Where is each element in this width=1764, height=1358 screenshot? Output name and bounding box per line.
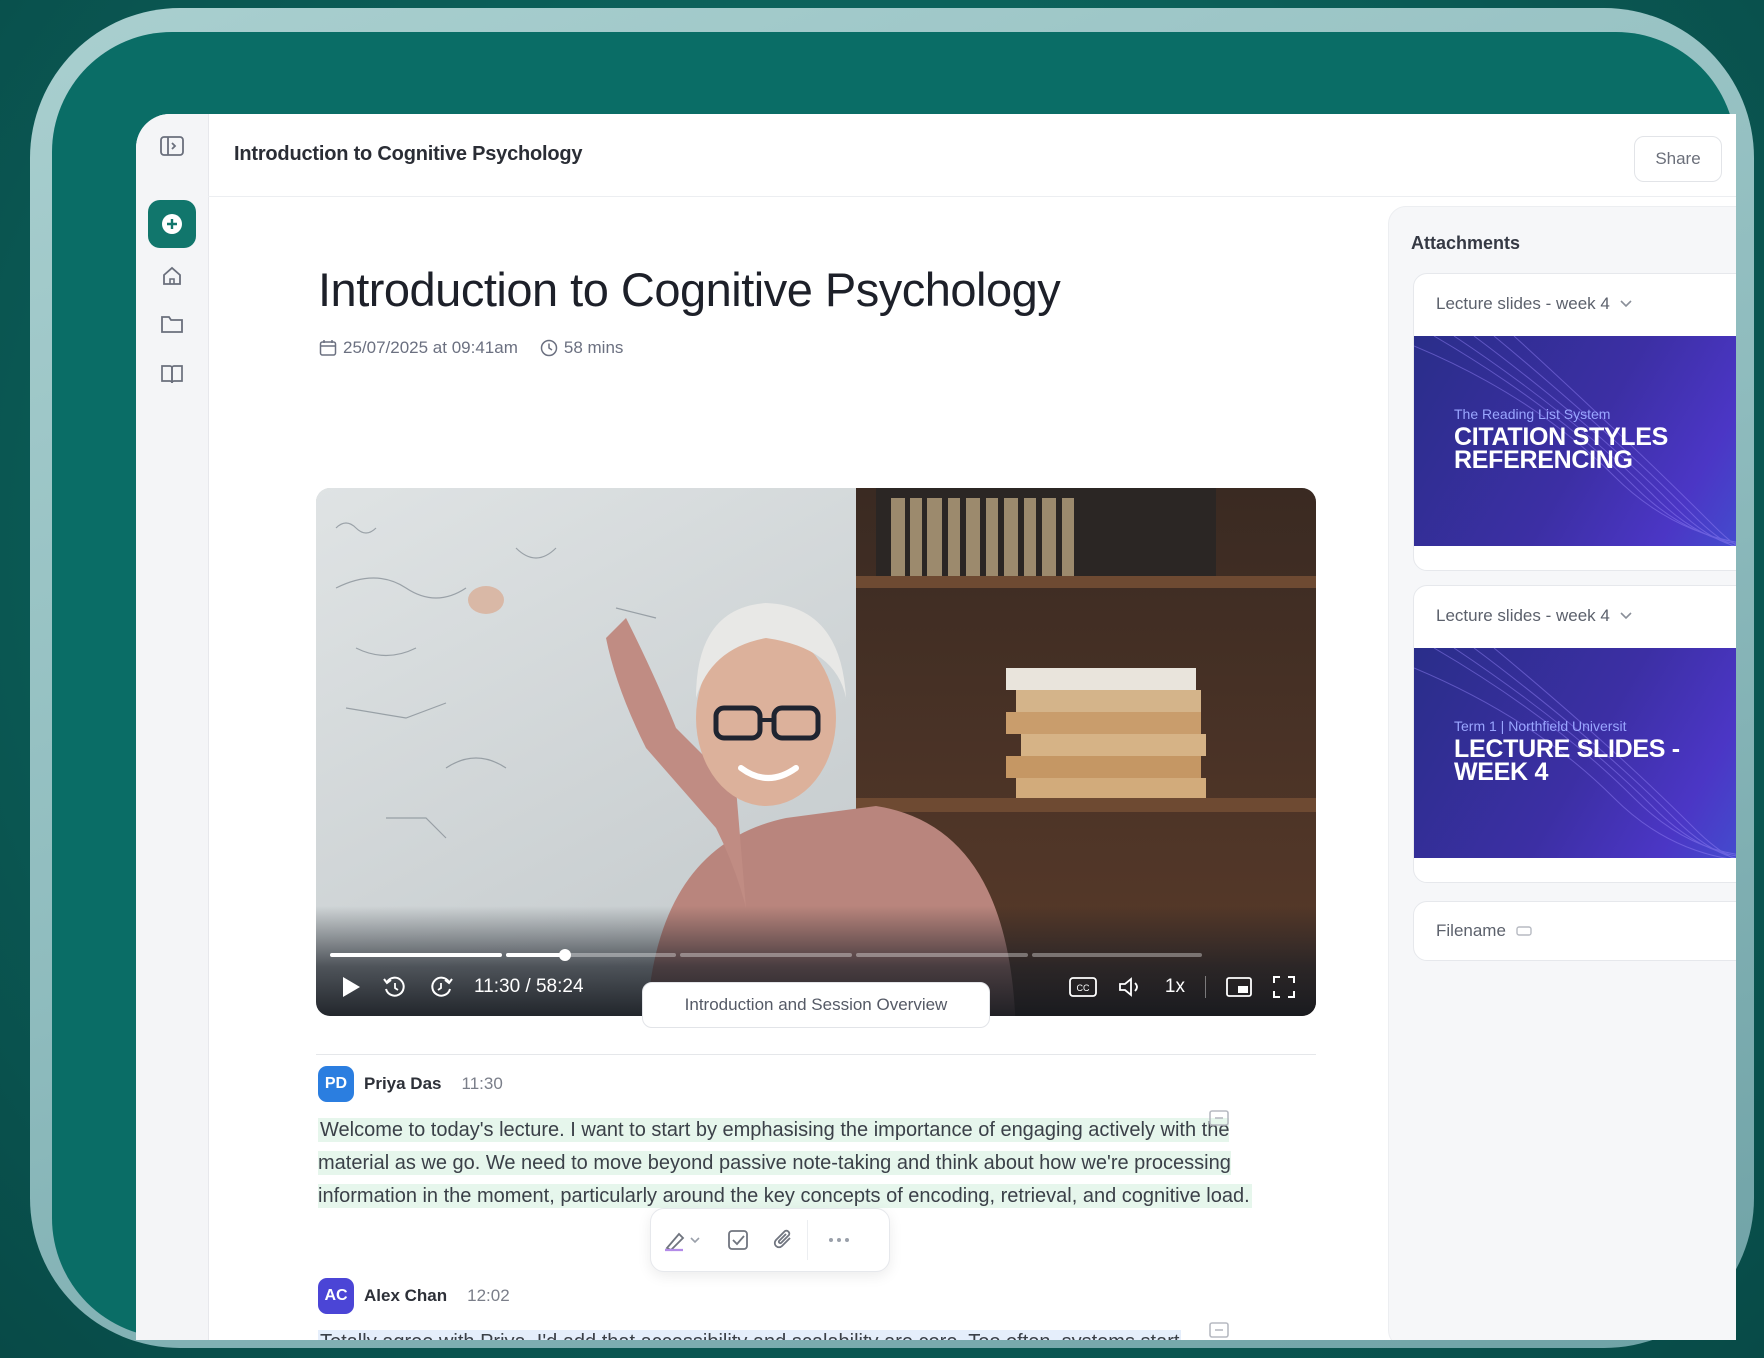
checkbox-icon — [728, 1230, 748, 1250]
calendar-icon — [319, 340, 337, 356]
chapter-segment[interactable] — [330, 953, 502, 957]
book-icon[interactable] — [158, 360, 186, 388]
progress-fill — [506, 953, 565, 957]
timestamp[interactable]: 12:02 — [467, 1286, 510, 1306]
highlighter-tool[interactable] — [651, 1217, 715, 1263]
chapter-segment[interactable] — [680, 953, 852, 957]
video-progress-bar[interactable] — [330, 949, 1308, 961]
comment-icon[interactable] — [1208, 1108, 1230, 1130]
lecture-meta: 25/07/2025 at 09:41am 58 mins — [319, 338, 623, 358]
sidebar-toggle-icon[interactable] — [158, 132, 186, 160]
captions-icon[interactable]: CC — [1069, 976, 1097, 998]
task-tool[interactable] — [715, 1217, 761, 1263]
transcript-text[interactable]: Welcome to today's lecture. I want to st… — [318, 1114, 1298, 1213]
thumbnail-title-line: WEEK 4 — [1454, 758, 1549, 786]
app-window: Introduction to Cognitive Psychology Sha… — [136, 114, 1736, 1340]
thumbnail-title: CITATION STYLES REFERENCING — [1454, 425, 1668, 474]
rewind-icon[interactable] — [382, 974, 408, 1000]
attachments-panel: Attachments Lecture slides - week 4 The … — [1388, 206, 1736, 1340]
main-content: Introduction to Cognitive Psychology 25/… — [208, 196, 1388, 1340]
highlighter-icon — [665, 1232, 700, 1252]
video-time: 11:30 / 58:24 — [474, 976, 584, 997]
video-player[interactable]: 11:30 / 58:24 CC 1x — [316, 488, 1316, 1016]
left-rail — [136, 114, 209, 1340]
avatar: AC — [318, 1278, 354, 1314]
progress-handle[interactable] — [559, 949, 571, 961]
highlighted-text[interactable]: Totally agree with Priya. I'd add that a… — [318, 1330, 1182, 1340]
edit-icon[interactable] — [1516, 925, 1532, 937]
annotation-toolbar — [650, 1208, 890, 1272]
clock-icon — [540, 339, 558, 357]
attachment-thumbnail[interactable]: The Reading List System CITATION STYLES R… — [1414, 336, 1736, 546]
transcript-entry: AC Alex Chan 12:02 Totally agree with Pr… — [318, 1278, 1298, 1340]
chapter-segment[interactable] — [856, 953, 1028, 957]
window-title: Introduction to Cognitive Psychology — [234, 143, 583, 165]
thumbnail-title-line: REFERENCING — [1454, 446, 1633, 474]
timestamp[interactable]: 11:30 — [462, 1074, 503, 1094]
lecture-duration: 58 mins — [563, 338, 624, 357]
paperclip-icon — [773, 1229, 791, 1249]
avatar: PD — [318, 1066, 354, 1102]
highlighted-text[interactable]: Welcome to today's lecture. I want to st… — [318, 1118, 1252, 1208]
attach-tool[interactable] — [761, 1217, 807, 1263]
transcript-entry: PD Priya Das 11:30 Welcome to today's le… — [318, 1066, 1298, 1213]
thumbnail-title: LECTURE SLIDES - WEEK 4 — [1454, 737, 1680, 786]
attachment-card[interactable]: Lecture slides - week 4 The Reading List… — [1413, 273, 1736, 571]
filename-card[interactable]: Filename — [1413, 901, 1736, 961]
duration-meta: 58 mins — [540, 338, 624, 358]
folder-icon[interactable] — [158, 310, 186, 338]
comment-icon[interactable] — [1208, 1320, 1230, 1340]
thumbnail-subtitle: Term 1 | Northfield Universit — [1454, 718, 1627, 734]
attachment-card[interactable]: Lecture slides - week 4 Term 1 | Northfi… — [1413, 585, 1736, 883]
forward-icon[interactable] — [428, 974, 454, 1000]
new-button[interactable] — [148, 200, 196, 248]
thumbnail-subtitle: The Reading List System — [1454, 406, 1611, 422]
chevron-down-icon[interactable] — [1620, 300, 1632, 308]
speaker-name: Alex Chan — [364, 1286, 448, 1305]
transcript-text[interactable]: Totally agree with Priya. I'd add that a… — [318, 1326, 1298, 1340]
plus-icon — [162, 214, 182, 234]
top-bar: Introduction to Cognitive Psychology Sha… — [208, 114, 1736, 197]
attachment-label: Lecture slides - week 4 — [1436, 294, 1610, 313]
share-button[interactable]: Share — [1634, 136, 1722, 182]
lecture-date: 25/07/2025 at 09:41am — [343, 338, 518, 357]
date-meta: 25/07/2025 at 09:41am — [319, 338, 518, 358]
chapter-label[interactable]: Introduction and Session Overview — [642, 982, 990, 1028]
fullscreen-icon[interactable] — [1272, 975, 1296, 999]
chapter-divider — [316, 1054, 1316, 1055]
speaker-name: Priya Das — [364, 1074, 442, 1093]
attachments-heading: Attachments — [1411, 233, 1521, 253]
picture-in-picture-icon[interactable] — [1226, 976, 1252, 998]
home-icon[interactable] — [158, 262, 186, 290]
chapter-segment[interactable] — [1032, 953, 1202, 957]
svg-text:CC: CC — [1076, 983, 1089, 993]
chevron-down-icon[interactable] — [1620, 612, 1632, 620]
attachment-thumbnail[interactable]: Term 1 | Northfield Universit LECTURE SL… — [1414, 648, 1736, 858]
more-options-icon[interactable] — [808, 1217, 870, 1263]
volume-icon[interactable] — [1117, 976, 1145, 998]
filename-label: Filename — [1436, 921, 1506, 940]
playback-speed[interactable]: 1x — [1165, 976, 1185, 998]
attachment-label: Lecture slides - week 4 — [1436, 606, 1610, 625]
page-title: Introduction to Cognitive Psychology — [318, 263, 1061, 316]
divider — [1205, 976, 1206, 998]
play-icon[interactable] — [340, 975, 362, 999]
